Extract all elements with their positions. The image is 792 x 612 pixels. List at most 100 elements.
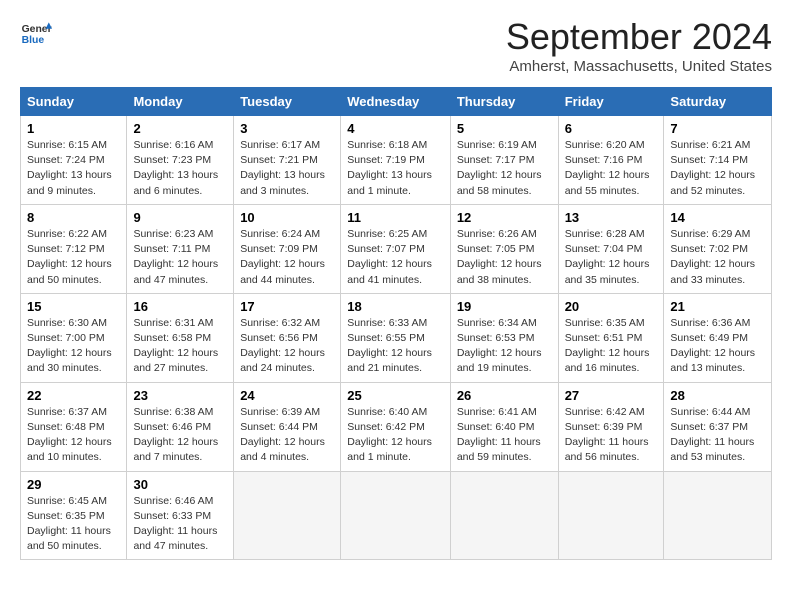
day-info: Sunrise: 6:21 AMSunset: 7:14 PMDaylight:…	[670, 139, 755, 197]
svg-text:Blue: Blue	[22, 35, 45, 46]
col-header-tuesday: Tuesday	[234, 88, 341, 116]
col-header-monday: Monday	[127, 88, 234, 116]
calendar-cell: 20Sunrise: 6:35 AMSunset: 6:51 PMDayligh…	[558, 293, 664, 382]
day-info: Sunrise: 6:37 AMSunset: 6:48 PMDaylight:…	[27, 406, 112, 464]
day-number: 5	[457, 121, 552, 136]
day-info: Sunrise: 6:44 AMSunset: 6:37 PMDaylight:…	[670, 406, 754, 464]
day-info: Sunrise: 6:36 AMSunset: 6:49 PMDaylight:…	[670, 317, 755, 375]
calendar-cell: 4 Sunrise: 6:18 AMSunset: 7:19 PMDaylight…	[341, 116, 451, 205]
day-info: Sunrise: 6:17 AMSunset: 7:21 PMDaylight:…	[240, 139, 325, 197]
calendar-cell	[558, 471, 664, 560]
day-number: 28	[670, 388, 765, 403]
day-number: 12	[457, 210, 552, 225]
col-header-saturday: Saturday	[664, 88, 772, 116]
day-info: Sunrise: 6:29 AMSunset: 7:02 PMDaylight:…	[670, 228, 755, 286]
day-number: 26	[457, 388, 552, 403]
calendar-cell	[664, 471, 772, 560]
day-number: 18	[347, 299, 444, 314]
day-info: Sunrise: 6:28 AMSunset: 7:04 PMDaylight:…	[565, 228, 650, 286]
day-number: 7	[670, 121, 765, 136]
day-info: Sunrise: 6:38 AMSunset: 6:46 PMDaylight:…	[133, 406, 218, 464]
calendar-week-5: 29 Sunrise: 6:45 AMSunset: 6:35 PMDayligh…	[21, 471, 772, 560]
col-header-friday: Friday	[558, 88, 664, 116]
day-info: Sunrise: 6:42 AMSunset: 6:39 PMDaylight:…	[565, 406, 649, 464]
calendar-cell: 15 Sunrise: 6:30 AMSunset: 7:00 PMDayligh…	[21, 293, 127, 382]
day-info: Sunrise: 6:26 AMSunset: 7:05 PMDaylight:…	[457, 228, 542, 286]
calendar-cell: 28 Sunrise: 6:44 AMSunset: 6:37 PMDayligh…	[664, 382, 772, 471]
day-number: 25	[347, 388, 444, 403]
day-info: Sunrise: 6:22 AMSunset: 7:12 PMDaylight:…	[27, 228, 112, 286]
calendar-body: 1 Sunrise: 6:15 AMSunset: 7:24 PMDaylight…	[21, 116, 772, 560]
day-info: Sunrise: 6:40 AMSunset: 6:42 PMDaylight:…	[347, 406, 432, 464]
day-info: Sunrise: 6:32 AMSunset: 6:56 PMDaylight:…	[240, 317, 325, 375]
day-info: Sunrise: 6:39 AMSunset: 6:44 PMDaylight:…	[240, 406, 325, 464]
day-info: Sunrise: 6:16 AMSunset: 7:23 PMDaylight:…	[133, 139, 218, 197]
day-number: 21	[670, 299, 765, 314]
location-subtitle: Amherst, Massachusetts, United States	[506, 58, 772, 75]
day-number: 30	[133, 477, 227, 492]
logo-icon: General Blue	[20, 16, 52, 48]
col-header-wednesday: Wednesday	[341, 88, 451, 116]
day-info: Sunrise: 6:33 AMSunset: 6:55 PMDaylight:…	[347, 317, 432, 375]
calendar-cell: 24 Sunrise: 6:39 AMSunset: 6:44 PMDayligh…	[234, 382, 341, 471]
day-number: 8	[27, 210, 120, 225]
calendar-cell: 12 Sunrise: 6:26 AMSunset: 7:05 PMDayligh…	[450, 204, 558, 293]
calendar-cell: 16Sunrise: 6:31 AMSunset: 6:58 PMDayligh…	[127, 293, 234, 382]
calendar-cell: 6Sunrise: 6:20 AMSunset: 7:16 PMDaylight…	[558, 116, 664, 205]
day-number: 1	[27, 121, 120, 136]
day-number: 22	[27, 388, 120, 403]
calendar-cell	[341, 471, 451, 560]
day-info: Sunrise: 6:30 AMSunset: 7:00 PMDaylight:…	[27, 317, 112, 375]
day-number: 17	[240, 299, 334, 314]
day-number: 24	[240, 388, 334, 403]
day-info: Sunrise: 6:23 AMSunset: 7:11 PMDaylight:…	[133, 228, 218, 286]
calendar-week-1: 1 Sunrise: 6:15 AMSunset: 7:24 PMDaylight…	[21, 116, 772, 205]
day-info: Sunrise: 6:45 AMSunset: 6:35 PMDaylight:…	[27, 495, 111, 553]
calendar-cell: 5 Sunrise: 6:19 AMSunset: 7:17 PMDaylight…	[450, 116, 558, 205]
calendar-cell: 23Sunrise: 6:38 AMSunset: 6:46 PMDayligh…	[127, 382, 234, 471]
day-info: Sunrise: 6:19 AMSunset: 7:17 PMDaylight:…	[457, 139, 542, 197]
day-number: 11	[347, 210, 444, 225]
day-number: 29	[27, 477, 120, 492]
calendar-cell: 1 Sunrise: 6:15 AMSunset: 7:24 PMDaylight…	[21, 116, 127, 205]
calendar-cell: 26 Sunrise: 6:41 AMSunset: 6:40 PMDayligh…	[450, 382, 558, 471]
calendar-cell: 8 Sunrise: 6:22 AMSunset: 7:12 PMDaylight…	[21, 204, 127, 293]
page-header: General Blue September 2024 Amherst, Mas…	[20, 16, 772, 75]
calendar-cell: 30Sunrise: 6:46 AMSunset: 6:33 PMDayligh…	[127, 471, 234, 560]
day-number: 19	[457, 299, 552, 314]
calendar-cell: 17 Sunrise: 6:32 AMSunset: 6:56 PMDayligh…	[234, 293, 341, 382]
calendar-week-2: 8 Sunrise: 6:22 AMSunset: 7:12 PMDaylight…	[21, 204, 772, 293]
day-number: 15	[27, 299, 120, 314]
calendar-cell: 29 Sunrise: 6:45 AMSunset: 6:35 PMDayligh…	[21, 471, 127, 560]
calendar-cell: 25 Sunrise: 6:40 AMSunset: 6:42 PMDayligh…	[341, 382, 451, 471]
col-header-sunday: Sunday	[21, 88, 127, 116]
day-info: Sunrise: 6:24 AMSunset: 7:09 PMDaylight:…	[240, 228, 325, 286]
month-title: September 2024	[506, 16, 772, 58]
day-info: Sunrise: 6:18 AMSunset: 7:19 PMDaylight:…	[347, 139, 432, 197]
day-number: 6	[565, 121, 658, 136]
day-number: 10	[240, 210, 334, 225]
day-info: Sunrise: 6:41 AMSunset: 6:40 PMDaylight:…	[457, 406, 541, 464]
day-number: 27	[565, 388, 658, 403]
logo: General Blue	[20, 16, 52, 48]
col-header-thursday: Thursday	[450, 88, 558, 116]
calendar-cell	[450, 471, 558, 560]
calendar-cell: 14Sunrise: 6:29 AMSunset: 7:02 PMDayligh…	[664, 204, 772, 293]
calendar-cell: 18 Sunrise: 6:33 AMSunset: 6:55 PMDayligh…	[341, 293, 451, 382]
calendar-cell: 21 Sunrise: 6:36 AMSunset: 6:49 PMDayligh…	[664, 293, 772, 382]
day-info: Sunrise: 6:34 AMSunset: 6:53 PMDaylight:…	[457, 317, 542, 375]
calendar-cell	[234, 471, 341, 560]
day-info: Sunrise: 6:15 AMSunset: 7:24 PMDaylight:…	[27, 139, 112, 197]
title-block: September 2024 Amherst, Massachusetts, U…	[506, 16, 772, 75]
day-number: 20	[565, 299, 658, 314]
day-number: 2	[133, 121, 227, 136]
day-number: 13	[565, 210, 658, 225]
calendar-cell: 22 Sunrise: 6:37 AMSunset: 6:48 PMDayligh…	[21, 382, 127, 471]
day-number: 4	[347, 121, 444, 136]
calendar-cell: 2 Sunrise: 6:16 AMSunset: 7:23 PMDaylight…	[127, 116, 234, 205]
calendar-cell: 3Sunrise: 6:17 AMSunset: 7:21 PMDaylight…	[234, 116, 341, 205]
calendar-cell: 27 Sunrise: 6:42 AMSunset: 6:39 PMDayligh…	[558, 382, 664, 471]
calendar-cell: 19 Sunrise: 6:34 AMSunset: 6:53 PMDayligh…	[450, 293, 558, 382]
day-info: Sunrise: 6:31 AMSunset: 6:58 PMDaylight:…	[133, 317, 218, 375]
calendar-week-3: 15 Sunrise: 6:30 AMSunset: 7:00 PMDayligh…	[21, 293, 772, 382]
